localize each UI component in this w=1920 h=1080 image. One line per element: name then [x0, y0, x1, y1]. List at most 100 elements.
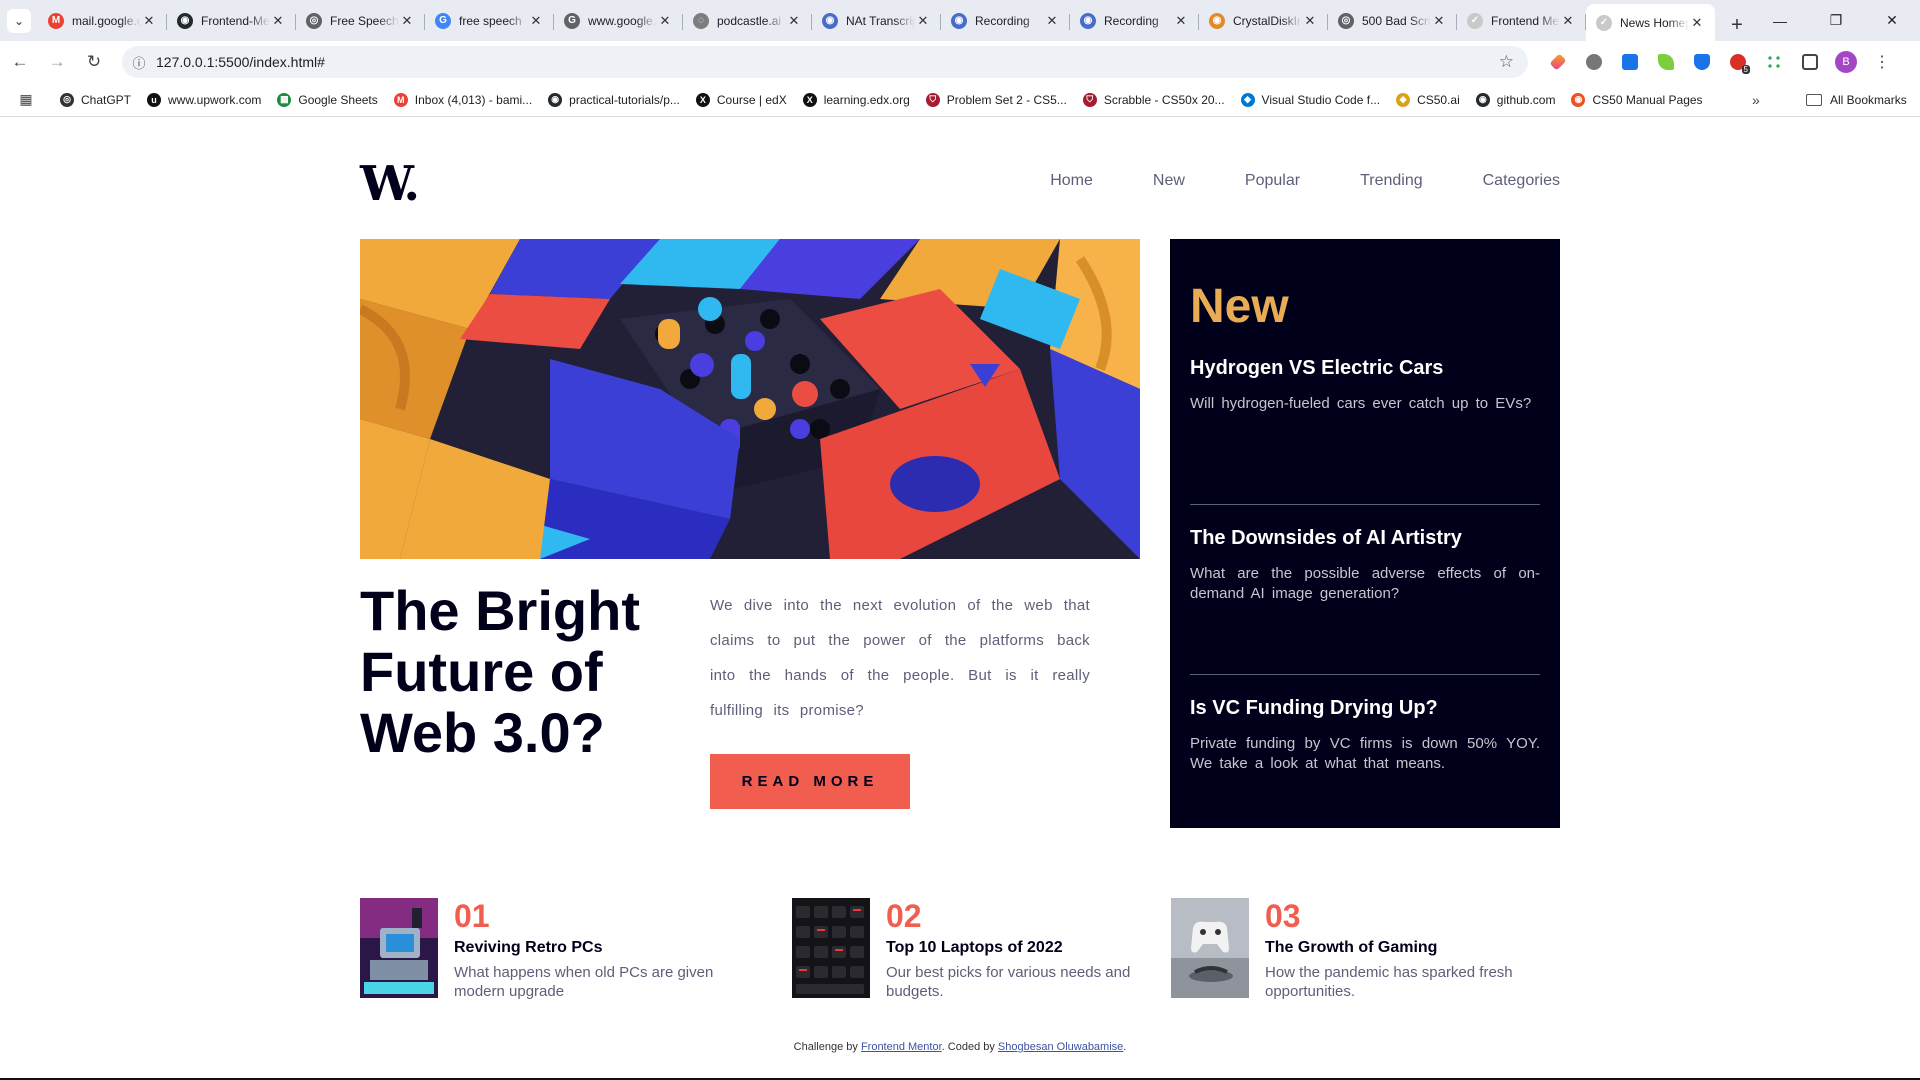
- nav-link-categories[interactable]: Categories: [1483, 172, 1560, 190]
- bookmark-favicon-icon: ◉: [548, 92, 563, 107]
- divider: [1190, 504, 1540, 505]
- all-bookmarks-button[interactable]: All Bookmarks: [1806, 86, 1907, 114]
- tab-close-icon[interactable]: ✕: [270, 13, 286, 29]
- bookmark-favicon-icon: ◆: [1240, 92, 1255, 107]
- nav-link-popular[interactable]: Popular: [1245, 172, 1300, 190]
- nav-link-home[interactable]: Home: [1050, 172, 1093, 190]
- profile-avatar[interactable]: B: [1828, 44, 1864, 80]
- extension-leaf-icon[interactable]: [1648, 44, 1684, 80]
- kebab-menu-icon[interactable]: ⋮: [1864, 44, 1900, 80]
- new-item-text: Private funding by VC firms is down 50% …: [1190, 735, 1540, 772]
- back-button[interactable]: ←: [3, 45, 37, 79]
- card-title[interactable]: Top 10 Laptops of 2022: [886, 939, 1063, 957]
- extension-shield-icon[interactable]: [1684, 44, 1720, 80]
- article-card[interactable]: 03 The Growth of Gaming How the pandemic…: [1171, 898, 1560, 1000]
- download-icon[interactable]: [1612, 44, 1648, 80]
- article-card[interactable]: 02 Top 10 Laptops of 2022 Our best picks…: [792, 898, 1172, 1000]
- tab-close-icon[interactable]: ✕: [786, 13, 802, 29]
- bookmark-item[interactable]: u www.upwork.com: [139, 86, 269, 114]
- attribution-suffix: .: [1123, 1041, 1127, 1053]
- new-item[interactable]: The Downsides of AI Artistry What are th…: [1190, 527, 1540, 604]
- extension-grid-icon[interactable]: [1756, 44, 1792, 80]
- tab[interactable]: Gfree speech ✕: [425, 5, 554, 37]
- minimize-button[interactable]: —: [1752, 0, 1808, 41]
- hero-image: [360, 239, 1140, 559]
- read-more-button[interactable]: READ MORE: [710, 754, 910, 809]
- new-item-title[interactable]: Is VC Funding Drying Up?: [1190, 697, 1540, 720]
- new-item-title[interactable]: Hydrogen VS Electric Cars: [1190, 357, 1540, 380]
- bookmarks-overflow-icon[interactable]: »: [1752, 86, 1760, 114]
- tab[interactable]: ◉ NAt Transcript ✕: [812, 5, 941, 37]
- tab[interactable]: ◎ Free Speech ✕: [296, 5, 425, 37]
- bookmark-item[interactable]: ◉ practical-tutorials/p...: [540, 86, 688, 114]
- bookmark-item[interactable]: ⛉ Scrabble - CS50x 20...: [1075, 86, 1233, 114]
- bookmark-item[interactable]: ◉ CS50 Manual Pages: [1563, 86, 1710, 114]
- bookmark-item[interactable]: Xlearning.edx.org: [795, 86, 918, 114]
- tab-favicon-icon: ✓: [1467, 12, 1483, 29]
- bookmark-item[interactable]: ⛉ Problem Set 2 - CS5...: [918, 86, 1075, 114]
- tab-close-icon[interactable]: ✕: [657, 13, 673, 29]
- card-title[interactable]: The Growth of Gaming: [1265, 939, 1437, 957]
- new-item[interactable]: Hydrogen VS Electric Cars Will hydrogen-…: [1190, 357, 1540, 414]
- tab[interactable]: ◉ Recording ✕: [941, 5, 1070, 37]
- extensions-puzzle-icon[interactable]: [1792, 44, 1828, 80]
- arrow-right-icon: →: [48, 52, 66, 71]
- tab[interactable]: ◉ Recording ✕: [1070, 5, 1199, 37]
- tab-active[interactable]: ✓ News Homepage✕: [1586, 4, 1715, 41]
- address-bar[interactable]: ⓘ 127.0.0.1:5500/index.html# ☆: [122, 46, 1528, 78]
- tab-close-icon[interactable]: ✕: [915, 13, 931, 29]
- extension-bug-icon[interactable]: [1576, 44, 1612, 80]
- site-logo[interactable]: W.: [360, 156, 420, 212]
- restore-button[interactable]: ❐: [1808, 0, 1864, 41]
- bookmark-item[interactable]: M Inbox (4,013) - bami...: [386, 86, 540, 114]
- tab[interactable]: ◉ Frontend-Mentor✕: [167, 5, 296, 37]
- extension-adblock-icon[interactable]: 5: [1720, 44, 1756, 80]
- tab-close-icon[interactable]: ✕: [528, 13, 544, 29]
- new-tab-button[interactable]: +: [1721, 9, 1753, 41]
- nav-link-new[interactable]: New: [1153, 172, 1185, 190]
- bookmark-item[interactable]: ▦ Google Sheets: [269, 86, 385, 114]
- tab[interactable]: ◎ 500 Bad Script✕: [1328, 5, 1457, 37]
- bookmark-item[interactable]: X Course | edX: [688, 86, 795, 114]
- reload-button[interactable]: ↻: [77, 45, 111, 79]
- bookmark-item[interactable]: ◎ ChatGPT: [52, 86, 139, 114]
- tab-close-icon[interactable]: ✕: [1044, 13, 1060, 29]
- tab-close-icon[interactable]: ✕: [399, 13, 415, 29]
- tab-close-icon[interactable]: ✕: [141, 13, 157, 29]
- forward-button[interactable]: →: [40, 45, 74, 79]
- site-info-icon[interactable]: ⓘ: [122, 53, 156, 72]
- tab[interactable]: ◉ CrystalDiskInfo✕: [1199, 5, 1328, 37]
- tab-close-icon[interactable]: ✕: [1689, 15, 1705, 31]
- bookmark-favicon-icon: ◎: [60, 92, 74, 107]
- tab-favicon-icon: ✓: [1596, 14, 1612, 31]
- article-card[interactable]: 01 Reviving Retro PCs What happens when …: [360, 898, 750, 1000]
- bookmark-item[interactable]: ◆ Visual Studio Code f...: [1233, 86, 1389, 114]
- bookmark-favicon-icon: ▦: [277, 92, 292, 107]
- new-articles-panel: New Hydrogen VS Electric Cars Will hydro…: [1170, 239, 1560, 828]
- new-item-title[interactable]: The Downsides of AI Artistry: [1190, 527, 1540, 550]
- tab-title: 500 Bad Script: [1362, 13, 1431, 28]
- bookmark-item[interactable]: ◉ github.com: [1468, 86, 1564, 114]
- apps-grid-icon[interactable]: ▦: [8, 86, 44, 114]
- nav-link-trending[interactable]: Trending: [1360, 172, 1423, 190]
- tab[interactable]: ◌ podcastle.ai ✕: [683, 5, 812, 37]
- author-link[interactable]: Shogbesan Oluwabamise: [998, 1041, 1123, 1053]
- bookmark-star-icon[interactable]: ☆: [1499, 52, 1514, 72]
- extension-pen-icon[interactable]: [1540, 44, 1576, 80]
- tab-search-button[interactable]: ⌄: [0, 0, 38, 41]
- tab-close-icon[interactable]: ✕: [1431, 13, 1447, 29]
- tab[interactable]: ✓ Frontend Mentor✕: [1457, 5, 1586, 37]
- tab-close-icon[interactable]: ✕: [1302, 13, 1318, 29]
- close-window-button[interactable]: ✕: [1864, 0, 1920, 41]
- tab[interactable]: Gwww.google.com✕: [554, 5, 683, 37]
- main-nav: Home New Popular Trending Categories: [1050, 172, 1560, 190]
- bookmark-item[interactable]: ◆ CS50.ai: [1388, 86, 1468, 114]
- tab-title: Recording: [1104, 13, 1159, 28]
- new-item[interactable]: Is VC Funding Drying Up? Private funding…: [1190, 697, 1540, 774]
- tab[interactable]: Mmail.google.com✕: [38, 5, 167, 37]
- tab-favicon-icon: ◉: [1209, 12, 1225, 29]
- frontend-mentor-link[interactable]: Frontend Mentor: [861, 1041, 942, 1053]
- card-title[interactable]: Reviving Retro PCs: [454, 939, 602, 957]
- tab-close-icon[interactable]: ✕: [1173, 13, 1189, 29]
- tab-close-icon[interactable]: ✕: [1560, 13, 1576, 29]
